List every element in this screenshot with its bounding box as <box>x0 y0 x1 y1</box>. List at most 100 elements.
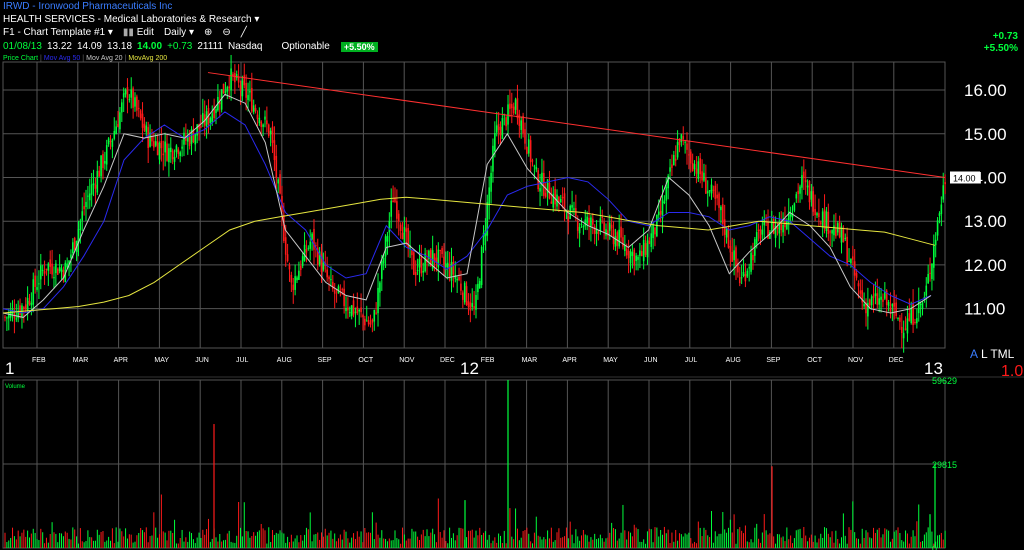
up-candle <box>307 247 310 249</box>
up-candle <box>445 263 447 268</box>
up-candle <box>680 134 683 143</box>
down-candle <box>356 306 359 314</box>
month-label: OCT <box>807 357 823 364</box>
up-candle <box>642 239 645 262</box>
down-candle <box>510 104 513 109</box>
up-candle <box>848 260 850 262</box>
up-candle <box>706 191 709 194</box>
month-label: NOV <box>848 357 864 364</box>
down-candle <box>558 196 560 202</box>
month-label: FEB <box>32 357 46 364</box>
month-label: JUN <box>195 357 209 364</box>
price-tick-label: 13.00 <box>964 212 1007 231</box>
month-label: APR <box>562 357 576 364</box>
down-candle <box>362 315 364 318</box>
down-candle <box>688 154 690 156</box>
down-candle <box>332 281 334 290</box>
down-candle <box>842 227 845 243</box>
trendline <box>207 72 946 178</box>
up-candle <box>578 226 581 234</box>
down-candle <box>326 269 328 278</box>
up-candle <box>795 194 798 199</box>
up-candle <box>763 219 766 226</box>
price-volume-chart[interactable]: 11.0012.0013.0014.0015.0016.00FEB MAR APR M… <box>0 0 1024 550</box>
up-candle <box>258 117 261 124</box>
up-candle <box>478 280 481 289</box>
up-candle <box>422 270 425 273</box>
up-candle <box>520 120 523 130</box>
scale-badge-num: 1.0 <box>1001 363 1023 380</box>
up-candle <box>477 283 479 293</box>
up-candle <box>365 320 368 322</box>
month-label: MAY <box>154 357 169 364</box>
down-candle <box>714 185 717 199</box>
price-tick-label: 16.00 <box>964 81 1007 100</box>
up-candle <box>916 318 918 324</box>
up-candle <box>629 250 632 264</box>
last-price-tag: 14.00 <box>953 173 976 183</box>
down-candle <box>499 126 502 136</box>
down-candle <box>859 290 862 294</box>
down-candle <box>271 126 274 143</box>
up-candle <box>128 98 131 101</box>
down-candle <box>137 107 140 110</box>
up-candle <box>168 148 170 163</box>
down-candle <box>686 143 688 150</box>
up-candle <box>87 195 89 197</box>
down-candle <box>627 250 630 259</box>
up-candle <box>921 302 924 309</box>
down-candle <box>251 87 253 112</box>
up-candle <box>746 270 749 277</box>
down-candle <box>855 273 858 278</box>
month-label: FEB <box>481 357 495 364</box>
volume-tick-label: 59629 <box>932 376 957 386</box>
up-candle <box>154 141 157 146</box>
down-candle <box>691 162 694 171</box>
down-candle <box>729 246 732 253</box>
down-candle <box>640 251 643 257</box>
up-candle <box>608 222 611 231</box>
up-candle <box>416 270 419 272</box>
month-label: APR <box>114 357 128 364</box>
down-candle <box>882 299 884 302</box>
up-candle <box>490 172 492 192</box>
up-candle <box>418 258 421 268</box>
down-candle <box>509 103 511 109</box>
down-candle <box>738 277 741 284</box>
down-candle <box>367 320 370 325</box>
up-candle <box>475 294 477 310</box>
up-candle <box>495 125 498 133</box>
up-candle <box>309 241 312 249</box>
down-candle <box>612 229 615 245</box>
down-candle <box>371 319 374 323</box>
down-candle <box>804 180 807 183</box>
down-candle <box>369 322 372 325</box>
month-label: JUL <box>236 357 249 364</box>
up-candle <box>650 233 653 247</box>
down-candle <box>893 302 896 307</box>
up-candle <box>708 190 711 192</box>
down-candle <box>752 254 754 261</box>
up-candle <box>850 258 852 264</box>
up-candle <box>463 282 466 303</box>
down-candle <box>24 304 27 310</box>
down-candle <box>132 88 134 108</box>
down-candle <box>576 221 579 231</box>
up-candle <box>571 205 573 208</box>
up-candle <box>938 213 941 216</box>
down-candle <box>603 222 605 232</box>
down-candle <box>473 306 475 308</box>
up-candle <box>235 74 238 78</box>
down-candle <box>674 158 677 161</box>
up-candle <box>878 298 880 305</box>
up-candle <box>725 227 728 238</box>
up-candle <box>750 252 752 272</box>
up-candle <box>631 252 634 257</box>
up-candle <box>786 220 788 230</box>
down-candle <box>772 218 775 234</box>
up-candle <box>833 225 835 236</box>
down-candle <box>43 271 46 274</box>
up-candle <box>925 285 928 296</box>
up-candle <box>107 138 110 145</box>
down-candle <box>512 106 515 114</box>
